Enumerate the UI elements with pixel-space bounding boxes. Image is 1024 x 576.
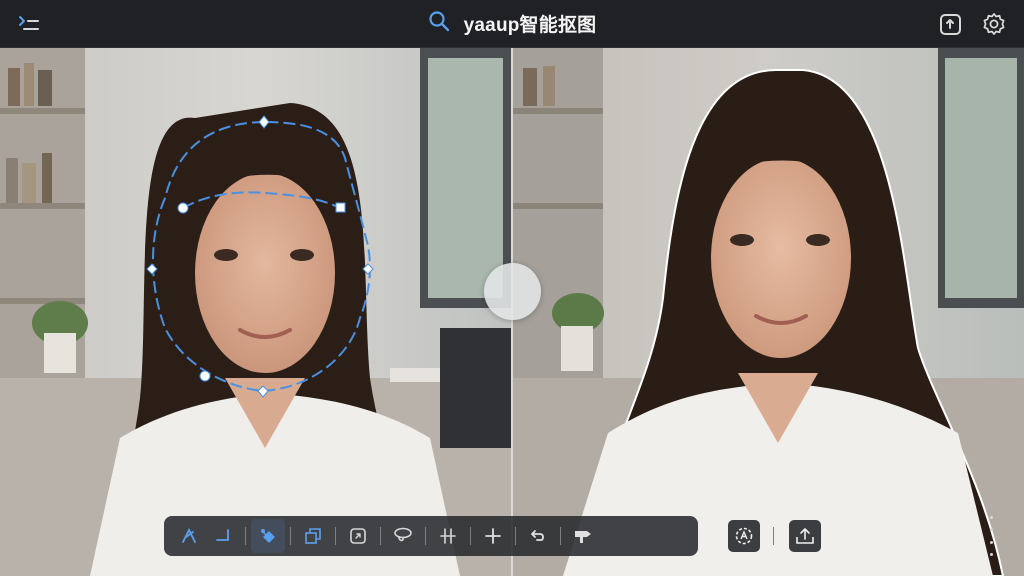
toolbar-separator bbox=[380, 527, 381, 545]
undo-icon[interactable] bbox=[521, 519, 555, 553]
gear-icon[interactable] bbox=[979, 9, 1009, 39]
save-export-icon[interactable] bbox=[789, 520, 821, 552]
more-vertical-icon[interactable] bbox=[986, 516, 996, 556]
toolbar-separator bbox=[335, 527, 336, 545]
menu-icon[interactable] bbox=[14, 9, 44, 39]
bottom-toolbar bbox=[164, 516, 698, 556]
top-bar: yaaup智能抠图 bbox=[0, 0, 1024, 48]
crop-icon[interactable] bbox=[341, 519, 375, 553]
toolbar-separator bbox=[245, 527, 246, 545]
lasso-icon[interactable] bbox=[386, 519, 420, 553]
toolbar-separator bbox=[515, 527, 516, 545]
toolbar-separator bbox=[425, 527, 426, 545]
cutout-result-image[interactable] bbox=[513, 48, 1024, 576]
grid-icon[interactable] bbox=[431, 519, 465, 553]
toolbar-separator bbox=[470, 527, 471, 545]
eraser-icon[interactable] bbox=[251, 519, 285, 553]
pen-icon[interactable] bbox=[172, 519, 206, 553]
plus-icon[interactable] bbox=[476, 519, 510, 553]
export-icon[interactable] bbox=[936, 9, 966, 39]
toolbar-separator bbox=[560, 527, 561, 545]
title-group: yaaup智能抠图 bbox=[428, 10, 597, 37]
toolbar-separator bbox=[290, 527, 291, 545]
corner-icon[interactable] bbox=[206, 519, 240, 553]
app-title: yaaup智能抠图 bbox=[463, 15, 597, 36]
layers-icon[interactable] bbox=[296, 519, 330, 553]
original-image[interactable] bbox=[0, 48, 511, 576]
ai-magic-icon[interactable] bbox=[728, 520, 760, 552]
brush-icon[interactable] bbox=[566, 519, 600, 553]
compare-handle[interactable] bbox=[484, 263, 541, 320]
toolbar-separator bbox=[773, 527, 774, 545]
search-icon[interactable] bbox=[428, 10, 450, 37]
